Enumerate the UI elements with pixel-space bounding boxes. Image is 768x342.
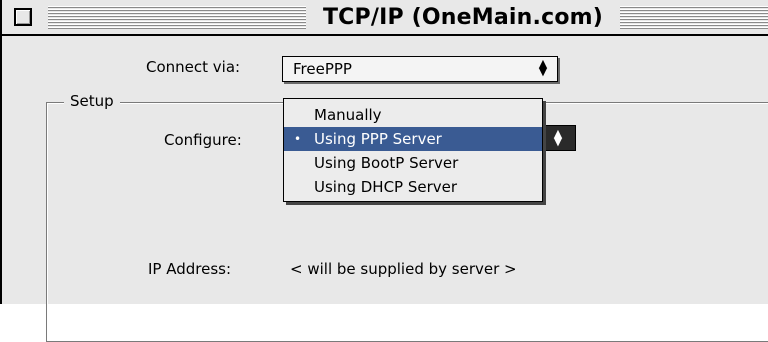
connect-via-popup[interactable]: FreePPP ▲ ▼ (282, 56, 558, 82)
menu-item-using-ppp-server[interactable]: • Using PPP Server (284, 127, 542, 151)
tcpip-window: TCP/IP (OneMain.com) Connect via: FreePP… (0, 0, 768, 342)
menu-item-manually[interactable]: Manually (284, 103, 542, 127)
configure-dropdown-menu[interactable]: Manually • Using PPP Server Using BootP … (283, 98, 543, 202)
close-box-icon[interactable] (14, 8, 32, 26)
menu-item-label: Using BootP Server (314, 154, 459, 172)
selected-bullet-icon: • (294, 132, 302, 146)
menu-item-using-dhcp-server[interactable]: Using DHCP Server (284, 175, 542, 199)
menu-item-label: Manually (314, 106, 382, 124)
connect-via-value: FreePPP (293, 60, 352, 78)
configure-popup-arrows-icon[interactable]: ▲ ▼ (540, 125, 576, 151)
ip-address-value: < will be supplied by server > (290, 260, 517, 278)
setup-group-title: Setup (64, 92, 120, 110)
updown-arrows-icon: ▲ ▼ (538, 57, 548, 78)
title-bar-stripes-left (48, 6, 306, 30)
ip-address-label: IP Address: (148, 260, 232, 278)
menu-item-label: Using DHCP Server (314, 178, 458, 196)
menu-item-using-bootp-server[interactable]: Using BootP Server (284, 151, 542, 175)
title-bar[interactable]: TCP/IP (OneMain.com) (2, 0, 768, 36)
connect-via-label: Connect via: (146, 58, 241, 76)
configure-label: Configure: (164, 131, 242, 149)
title-bar-stripes-right (620, 6, 768, 30)
window-title: TCP/IP (OneMain.com) (322, 5, 604, 30)
menu-item-label: Using PPP Server (314, 130, 442, 148)
